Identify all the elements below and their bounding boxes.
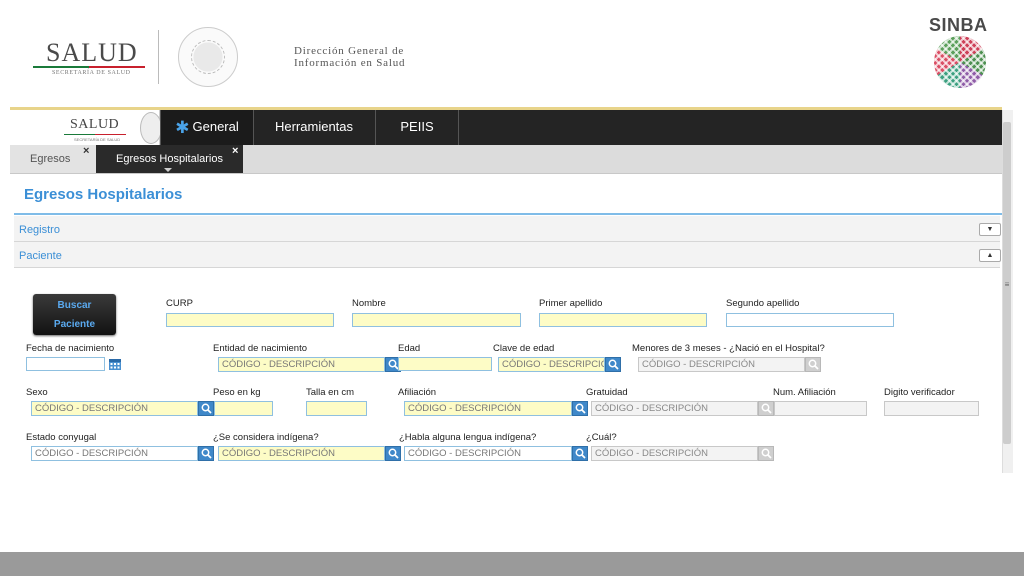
tab-egresos-hospitalarios-close-icon[interactable]: × <box>232 137 238 165</box>
cual-label: ¿Cuál? <box>586 432 617 443</box>
nav-herramientas[interactable]: Herramientas <box>253 110 376 145</box>
tab-egresos-close-icon[interactable]: × <box>83 137 89 165</box>
navbar-seal-icon <box>140 112 162 144</box>
salud-logo-subtitle: SECRETARÍA DE SALUD <box>52 70 131 76</box>
salud-logo-rule <box>33 66 145 68</box>
mexico-seal-inner <box>191 40 225 74</box>
nav-general-label: General <box>192 119 239 134</box>
title-divider <box>14 213 1002 215</box>
navbar-salud-logo: SALUD <box>70 117 120 132</box>
dgis-title-line1: Dirección General de <box>294 45 405 57</box>
lengua-indigena-combo[interactable]: CÓDIGO - DESCRIPCIÓN <box>404 446 572 461</box>
navbar-logo-subtitle: SECRETARÍA DE SALUD <box>74 137 121 142</box>
section-registro-label[interactable]: Registro <box>19 224 60 236</box>
nombre-input[interactable] <box>352 313 521 327</box>
scrollbar-grip-icon: ≡ <box>1004 280 1010 289</box>
clave-edad-combo[interactable]: CÓDIGO - DESCRIPCIÓN <box>498 357 605 372</box>
digito-verificador-label: Digito verificador <box>884 387 955 398</box>
nacio-hospital-combo[interactable]: CÓDIGO - DESCRIPCIÓN <box>638 357 805 372</box>
sexo-search-icon[interactable] <box>198 401 214 416</box>
sexo-combo[interactable]: CÓDIGO - DESCRIPCIÓN <box>31 401 198 416</box>
nav-general[interactable]: ✱ General <box>160 110 254 145</box>
clave-edad-search-icon[interactable] <box>605 357 621 372</box>
menores-3-meses-label: Menores de 3 meses - ¿Nació en el Hospit… <box>632 343 825 354</box>
clave-edad-label: Clave de edad <box>493 343 555 354</box>
section-paciente[interactable] <box>14 242 1000 268</box>
tab-egresos-label: Egresos <box>30 153 71 165</box>
peso-label: Peso en kg <box>213 387 261 398</box>
indigena-combo[interactable]: CÓDIGO - DESCRIPCIÓN <box>218 446 385 461</box>
segundo-apellido-input[interactable] <box>726 313 894 327</box>
nombre-label: Nombre <box>352 298 386 309</box>
lengua-indigena-label: ¿Habla alguna lengua indígena? <box>399 432 537 443</box>
num-afiliacion-input[interactable] <box>774 401 867 416</box>
gratuidad-search-icon[interactable] <box>758 401 774 416</box>
lengua-indigena-search-icon[interactable] <box>572 446 588 461</box>
gratuidad-label: Gratuidad <box>586 387 628 398</box>
curp-label: CURP <box>166 298 193 309</box>
primer-apellido-label: Primer apellido <box>539 298 603 309</box>
entidad-nacimiento-label: Entidad de nacimiento <box>213 343 308 354</box>
indigena-label: ¿Se considera indígena? <box>213 432 319 443</box>
edad-input[interactable] <box>398 357 492 371</box>
section-registro-toggle[interactable]: ▼ <box>979 223 1001 236</box>
peso-input[interactable] <box>214 401 273 416</box>
indigena-search-icon[interactable] <box>385 446 401 461</box>
cual-combo[interactable]: CÓDIGO - DESCRIPCIÓN <box>591 446 758 461</box>
salud-logo: SALUD <box>46 38 138 67</box>
nav-peiis[interactable]: PEIIS <box>376 110 459 145</box>
section-paciente-label[interactable]: Paciente <box>19 250 62 262</box>
gratuidad-combo[interactable]: CÓDIGO - DESCRIPCIÓN <box>591 401 758 416</box>
estado-conyugal-search-icon[interactable] <box>198 446 214 461</box>
active-tab-indicator-icon <box>164 168 172 172</box>
navbar-logo-rule <box>64 134 126 135</box>
talla-label: Talla en cm <box>306 387 355 398</box>
sinba-logo-text: SINBA <box>929 15 988 35</box>
calendar-icon[interactable] <box>108 357 122 371</box>
digito-verificador-input[interactable] <box>884 401 979 416</box>
sexo-label: Sexo <box>26 387 48 398</box>
afiliacion-label: Afiliación <box>398 387 437 398</box>
section-paciente-toggle[interactable]: ▲ <box>979 249 1001 262</box>
fecha-nacimiento-label: Fecha de nacimiento <box>26 343 115 354</box>
fecha-nacimiento-input[interactable] <box>26 357 105 371</box>
buscar-paciente-label-1: Buscar <box>57 300 92 311</box>
cual-search-icon[interactable] <box>758 446 774 461</box>
page-footer <box>0 552 1024 576</box>
primer-apellido-input[interactable] <box>539 313 707 327</box>
talla-input[interactable] <box>306 401 367 416</box>
brand-separator <box>158 30 159 84</box>
nacio-hospital-search-icon[interactable] <box>805 357 821 372</box>
estado-conyugal-label: Estado conyugal <box>26 432 97 443</box>
estado-conyugal-combo[interactable]: CÓDIGO - DESCRIPCIÓN <box>31 446 198 461</box>
page-title: Egresos Hospitalarios <box>24 186 183 203</box>
gear-icon: ✱ <box>175 118 190 137</box>
afiliacion-combo[interactable]: CÓDIGO - DESCRIPCIÓN <box>404 401 572 416</box>
segundo-apellido-label: Segundo apellido <box>726 298 800 309</box>
curp-input[interactable] <box>166 313 334 327</box>
tab-egresos[interactable]: Egresos × <box>10 145 96 173</box>
num-afiliacion-label: Num. Afiliación <box>773 387 836 398</box>
section-registro[interactable] <box>14 216 1000 242</box>
buscar-paciente-button[interactable]: Buscar Paciente <box>33 294 116 335</box>
buscar-paciente-label-2: Paciente <box>53 319 96 330</box>
edad-label: Edad <box>398 343 421 354</box>
entidad-nacimiento-combo[interactable]: CÓDIGO - DESCRIPCIÓN <box>218 357 385 372</box>
dgis-title-line2: Información en Salud <box>294 57 406 69</box>
sinba-globe-pattern <box>934 36 986 88</box>
afiliacion-search-icon[interactable] <box>572 401 588 416</box>
